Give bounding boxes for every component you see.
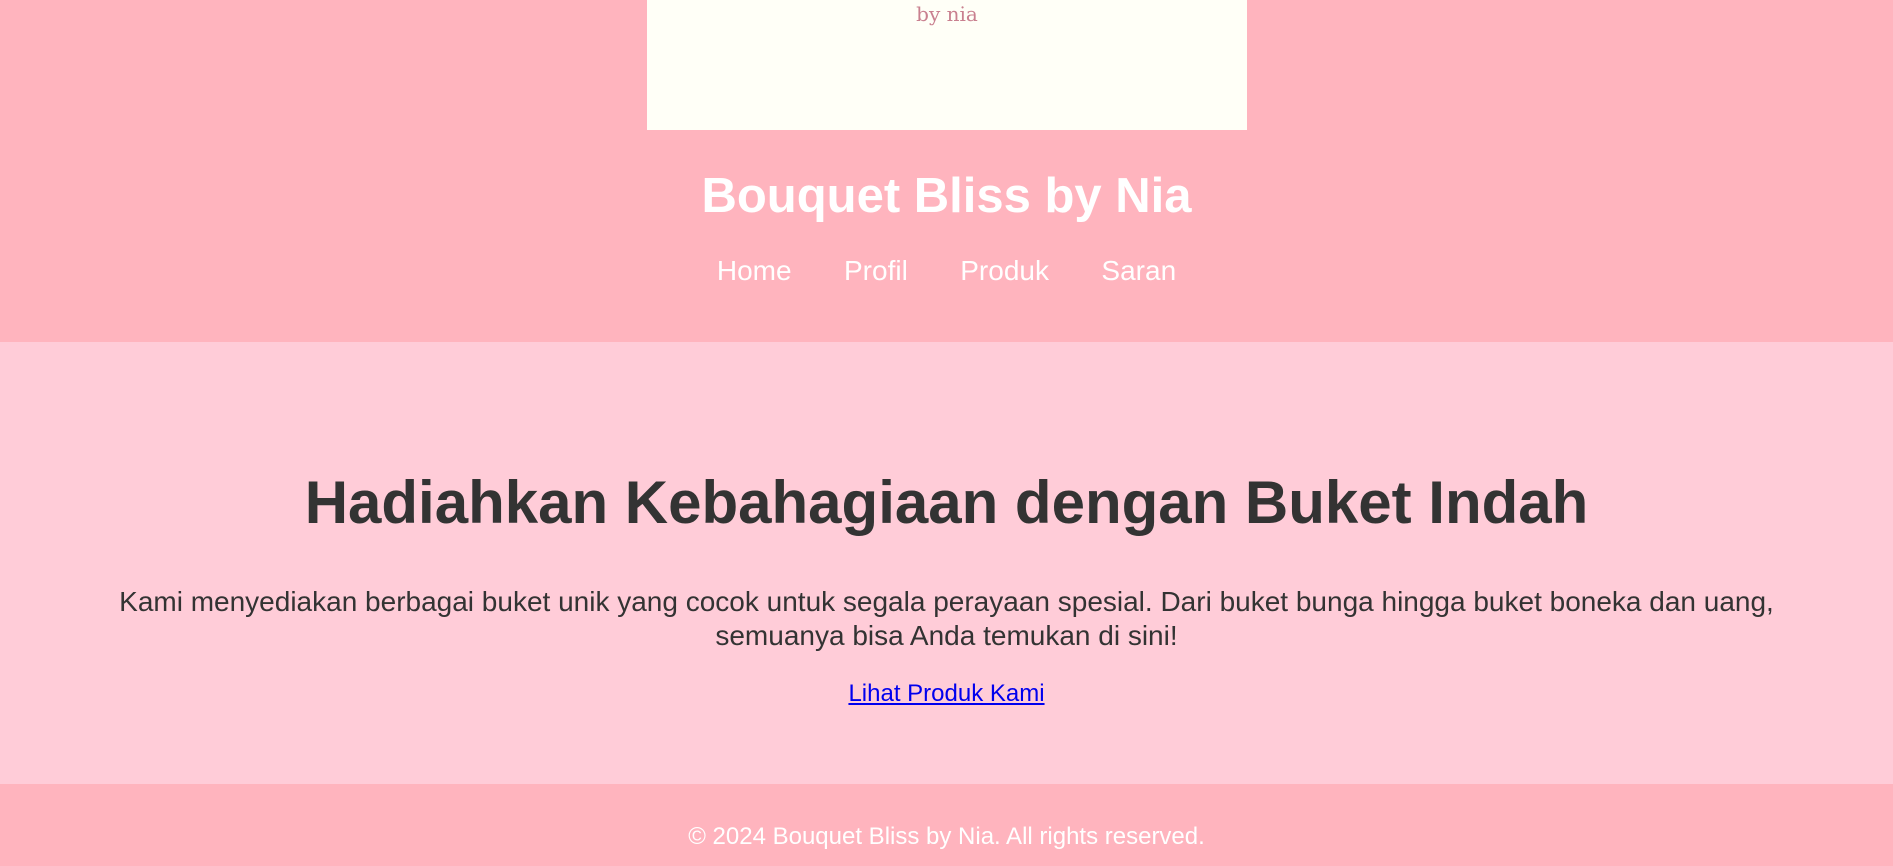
view-products-link[interactable]: Lihat Produk Kami: [848, 680, 1044, 707]
hero-heading: Hadiahkan Kebahagiaan dengan Buket Indah: [304, 469, 1589, 536]
footer-copyright: © 2024 Bouquet Bliss by Nia. All rights …: [688, 823, 1205, 850]
nav-link-produk[interactable]: Produk: [960, 253, 1049, 289]
hero-description: Kami menyediakan berbagai buket unik yan…: [119, 586, 1774, 651]
logo-text: by nia: [916, 2, 978, 26]
site-title: Bouquet Bliss by Nia: [701, 169, 1192, 223]
hero-section: Hadiahkan Kebahagiaan dengan Buket Indah…: [0, 342, 1893, 784]
logo-image[interactable]: by nia: [647, 0, 1247, 130]
nav-link-saran[interactable]: Saran: [1101, 253, 1176, 289]
nav-link-home[interactable]: Home: [717, 253, 792, 289]
nav-link-profil[interactable]: Profil: [844, 253, 908, 289]
hero-cta: Lihat Produk Kami: [0, 679, 1893, 709]
site-header: by nia Bouquet Bliss by Nia Home Profil …: [0, 0, 1893, 342]
main-nav: Home Profil Produk Saran: [0, 253, 1893, 289]
site-footer: © 2024 Bouquet Bliss by Nia. All rights …: [0, 784, 1893, 866]
